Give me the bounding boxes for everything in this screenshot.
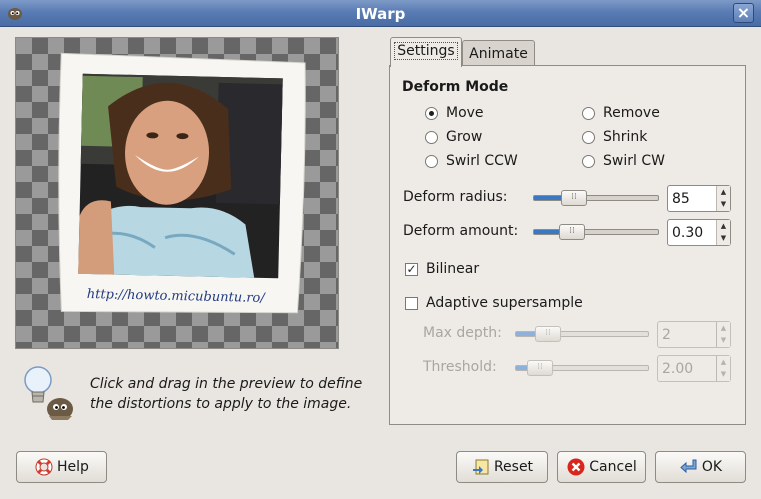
radio-swirl-cw[interactable]: Swirl CW bbox=[582, 151, 665, 171]
tab-settings-label: Settings bbox=[394, 42, 458, 60]
hint-text: Click and drag in the preview to define … bbox=[90, 376, 363, 412]
deform-radius-value: 85 bbox=[672, 191, 690, 207]
spin-arrows-icon[interactable]: ▲ ▼ bbox=[716, 220, 730, 245]
reset-button[interactable]: Reset bbox=[456, 451, 548, 483]
radio-remove[interactable]: Remove bbox=[582, 103, 660, 123]
radio-shrink-indicator bbox=[582, 130, 595, 144]
tab-animate[interactable]: Animate bbox=[462, 40, 535, 68]
deform-radius-spinbutton[interactable]: 85 ▲ ▼ bbox=[667, 185, 731, 212]
deform-mode-heading: Deform Mode bbox=[402, 79, 509, 95]
radio-shrink-label: Shrink bbox=[603, 129, 648, 145]
ok-button[interactable]: OK bbox=[655, 451, 746, 483]
help-button[interactable]: Help bbox=[16, 451, 107, 483]
radio-move-indicator bbox=[425, 106, 438, 120]
threshold-handle[interactable]: ⁞⁞ bbox=[527, 360, 553, 376]
enter-arrow-icon bbox=[680, 459, 697, 474]
radio-grow-label: Grow bbox=[446, 129, 483, 145]
preview-image: http://howto.micubuntu.ro/ bbox=[58, 52, 306, 314]
close-window-button[interactable]: × bbox=[733, 3, 754, 23]
spin-arrows-icon[interactable]: ▲ ▼ bbox=[716, 322, 730, 347]
deform-amount-value: 0.30 bbox=[672, 225, 704, 241]
cancel-button[interactable]: Cancel bbox=[557, 451, 646, 483]
max-depth-slider[interactable]: ⁞⁞ bbox=[515, 326, 649, 342]
threshold-spinbutton[interactable]: 2.00 ▲ ▼ bbox=[657, 355, 731, 382]
spin-arrows-icon[interactable]: ▲ ▼ bbox=[716, 356, 730, 381]
cancel-icon bbox=[567, 458, 585, 476]
deform-amount-label: Deform amount: bbox=[403, 223, 519, 239]
window-title: IWarp bbox=[355, 5, 406, 23]
title-bar: IWarp × bbox=[0, 0, 761, 27]
radio-swirl-cw-indicator bbox=[582, 154, 595, 168]
deform-radius-slider[interactable]: ⁞⁞ bbox=[533, 190, 659, 206]
adaptive-check-box bbox=[405, 296, 418, 310]
radio-shrink[interactable]: Shrink bbox=[582, 127, 647, 147]
adaptive-supersample-label: Adaptive supersample bbox=[426, 295, 583, 311]
spin-arrows-icon[interactable]: ▲ ▼ bbox=[716, 186, 730, 211]
bilinear-label: Bilinear bbox=[426, 261, 480, 277]
max-depth-spinbutton[interactable]: 2 ▲ ▼ bbox=[657, 321, 731, 348]
radio-remove-label: Remove bbox=[603, 105, 660, 121]
bilinear-check-icon: ✓ bbox=[405, 261, 418, 276]
radio-move-label: Move bbox=[446, 105, 484, 121]
help-button-label: Help bbox=[57, 459, 89, 475]
deform-amount-spinbutton[interactable]: 0.30 ▲ ▼ bbox=[667, 219, 731, 246]
radio-move[interactable]: Move bbox=[425, 103, 484, 123]
radio-remove-indicator bbox=[582, 106, 595, 120]
deform-amount-slider[interactable]: ⁞⁞ bbox=[533, 224, 659, 240]
threshold-value: 2.00 bbox=[662, 361, 694, 377]
cancel-button-label: Cancel bbox=[589, 459, 637, 475]
tab-settings[interactable]: Settings bbox=[390, 37, 462, 67]
deform-radius-label: Deform radius: bbox=[403, 189, 508, 205]
max-depth-label: Max depth: bbox=[423, 325, 502, 341]
lightbulb-icon bbox=[24, 366, 73, 420]
threshold-label: Threshold: bbox=[423, 359, 497, 375]
bilinear-checkbox[interactable]: ✓ Bilinear bbox=[405, 259, 479, 279]
deform-amount-handle[interactable]: ⁞⁞ bbox=[559, 224, 585, 240]
lifebuoy-icon bbox=[35, 458, 53, 476]
radio-grow-indicator bbox=[425, 130, 438, 144]
ok-button-label: OK bbox=[701, 459, 723, 475]
radio-swirl-ccw[interactable]: Swirl CCW bbox=[425, 151, 518, 171]
radio-swirl-ccw-label: Swirl CCW bbox=[446, 153, 518, 169]
radio-swirl-ccw-indicator bbox=[425, 154, 438, 168]
radio-grow[interactable]: Grow bbox=[425, 127, 482, 147]
radio-swirl-cw-label: Swirl CW bbox=[603, 153, 665, 169]
reset-button-label: Reset bbox=[493, 459, 534, 475]
preview-area[interactable]: http://howto.micubuntu.ro/ bbox=[15, 37, 339, 349]
deform-radius-handle[interactable]: ⁞⁞ bbox=[561, 190, 587, 206]
max-depth-handle[interactable]: ⁞⁞ bbox=[535, 326, 561, 342]
max-depth-value: 2 bbox=[662, 327, 671, 343]
threshold-slider[interactable]: ⁞⁞ bbox=[515, 360, 649, 376]
tab-animate-label: Animate bbox=[469, 46, 528, 62]
revert-icon bbox=[472, 459, 489, 475]
adaptive-supersample-checkbox[interactable]: Adaptive supersample bbox=[405, 293, 583, 313]
